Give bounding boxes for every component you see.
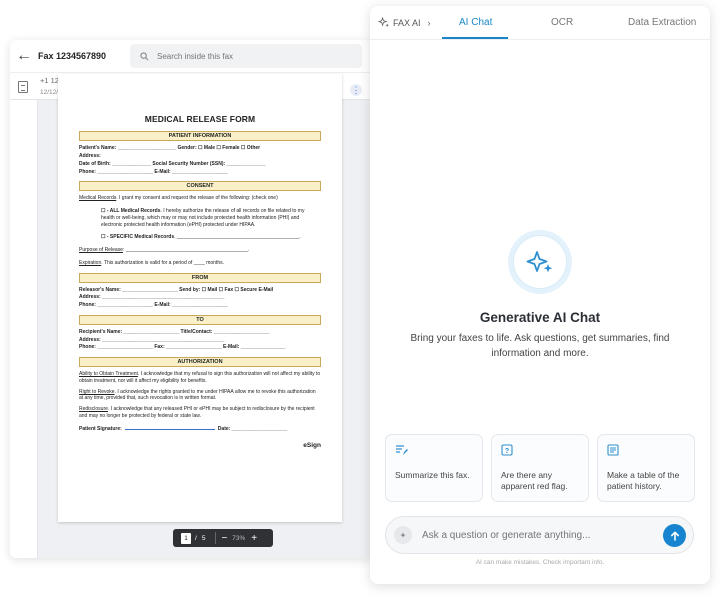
purpose-text: : ______________________________________… xyxy=(122,247,250,254)
expiration-label: Expiration xyxy=(79,259,102,266)
signature-row: Patient Signature: Date: ________________… xyxy=(79,426,321,433)
expiration-text: . This authorization is valid for a peri… xyxy=(101,259,224,266)
purpose-of-release: Purpose of Release: ____________________… xyxy=(79,247,321,254)
consent-specific-label: ☐ - SPECIFIC Medical Records xyxy=(101,234,175,241)
consent-specific-records: ☐ - SPECIFIC Medical Records. __________… xyxy=(79,234,321,241)
zoom-in-button[interactable]: + xyxy=(251,533,257,544)
send-button[interactable] xyxy=(663,524,686,547)
ai-sparkle-icon xyxy=(526,251,553,273)
back-arrow-icon[interactable]: ← xyxy=(10,40,38,72)
patient-line-1: Patient's Name: _____________________ Ge… xyxy=(79,145,261,152)
to-line-2: Address: _______________________________… xyxy=(79,336,225,343)
consent-all-records: ☐ - ALL Medical Records. I hereby author… xyxy=(79,208,321,228)
to-line-1: Recipient's Name: ____________________ T… xyxy=(79,328,270,335)
total-pages: 5 xyxy=(201,534,206,542)
left-rail xyxy=(10,100,38,558)
page-separator: / xyxy=(195,534,197,542)
suggestion-summarize[interactable]: Summarize this fax. xyxy=(385,434,483,502)
fax-page: MEDICAL RELEASE FORM PATIENT INFORMATION… xyxy=(58,74,342,522)
treatment-label: Ability to Obtain Treatment xyxy=(79,371,138,378)
summarize-icon xyxy=(395,444,409,458)
current-page-input[interactable]: 1 xyxy=(181,532,191,544)
suggestion-red-flag-text: Are there any apparent red flag. xyxy=(501,470,568,491)
consent-intro-label: Medical Records xyxy=(79,195,117,202)
question-icon: ? xyxy=(501,444,515,458)
fax-ai-label: FAX AI xyxy=(393,17,421,28)
hero-sparkle-badge xyxy=(514,236,566,288)
patient-line-2: Address: xyxy=(79,153,101,160)
suggestion-table-text: Make a table of the patient history. xyxy=(607,470,680,491)
page-zoom-controls: 1 / 5 − 73% + xyxy=(173,529,273,547)
form-title: MEDICAL RELEASE FORM xyxy=(144,114,256,124)
section-consent: CONSENT xyxy=(79,181,321,192)
active-tab-indicator xyxy=(442,37,508,39)
redisclosure-label: Redisclosure xyxy=(79,406,108,413)
fax-title: Fax 1234567890 xyxy=(38,51,107,61)
chevron-right-icon: › xyxy=(427,17,431,28)
search-icon xyxy=(140,51,149,60)
suggestion-cards: Summarize this fax. ? Are there any appa… xyxy=(385,434,697,502)
arrow-up-icon xyxy=(670,531,679,541)
patient-line-4: Phone: ____________________ E-Mail: ____… xyxy=(79,168,228,175)
hero-title: Generative AI Chat xyxy=(479,310,601,325)
document-icon[interactable] xyxy=(18,81,28,93)
svg-text:?: ? xyxy=(505,448,509,455)
consent-intro-text: . I grant my consent and request the rel… xyxy=(116,195,278,202)
suggestion-table[interactable]: Make a table of the patient history. xyxy=(597,434,695,502)
section-patient-information: PATIENT INFORMATION xyxy=(79,131,321,142)
expiration: Expiration. This authorization is valid … xyxy=(79,260,321,267)
consent-intro: Medical Records. I grant my consent and … xyxy=(79,195,321,202)
hero-subtitle: Bring your faxes to life. Ask questions,… xyxy=(410,333,670,359)
from-line-1: Releasor's Name: ____________________ Se… xyxy=(79,286,274,293)
fax-search-input[interactable] xyxy=(157,51,337,61)
esign-brand: eSign xyxy=(303,442,321,450)
section-authorization: AUTHORIZATION xyxy=(79,357,321,368)
suggestion-summarize-text: Summarize this fax. xyxy=(395,470,470,480)
chat-composer: ✦ xyxy=(385,516,694,554)
chat-input[interactable] xyxy=(422,529,652,541)
revoke-text: . I acknowledge the rights granted to me… xyxy=(79,388,316,402)
table-icon xyxy=(607,444,621,458)
tab-data-extraction[interactable]: Data Extraction xyxy=(628,17,696,28)
fax-ai-menu[interactable]: FAX AI › xyxy=(378,17,431,28)
ai-disclaimer: AI can make mistakes. Check important in… xyxy=(475,559,605,566)
revoke-label: Right to Revoke xyxy=(79,388,115,395)
pager-divider xyxy=(215,532,217,544)
composer-sparkle-icon: ✦ xyxy=(394,526,412,544)
fax-header: ← Fax 1234567890 xyxy=(10,40,372,72)
signature-field[interactable] xyxy=(124,428,215,430)
authorization-revoke: Right to Revoke. I acknowledge the right… xyxy=(79,389,321,403)
to-line-3: Phone: ____________________ Fax: _______… xyxy=(79,344,286,351)
ai-tabbar: FAX AI › AI Chat OCR Data Extraction xyxy=(370,6,710,40)
zoom-level: 73% xyxy=(232,534,246,542)
consent-all-label: ☐ - ALL Medical Records xyxy=(101,208,161,215)
redisclosure-text: . I acknowledge that any released PHI or… xyxy=(79,406,315,419)
zoom-out-button[interactable]: − xyxy=(221,533,227,544)
tab-ai-chat[interactable]: AI Chat xyxy=(459,17,492,28)
sparkle-icon xyxy=(378,17,389,28)
more-options-icon[interactable]: ⋮ xyxy=(350,84,362,96)
signature-label: Patient Signature: xyxy=(79,425,122,432)
suggestion-red-flag[interactable]: ? Are there any apparent red flag. xyxy=(491,434,589,502)
from-line-3: Phone: ____________________ E-Mail: ____… xyxy=(79,302,228,309)
tab-ocr[interactable]: OCR xyxy=(551,17,573,28)
ai-panel: FAX AI › AI Chat OCR Data Extraction Gen… xyxy=(370,6,710,584)
section-from: FROM xyxy=(79,272,321,283)
section-to: TO xyxy=(79,314,321,325)
date-label: Date: ____________________ xyxy=(217,425,288,432)
authorization-redisclosure: Redisclosure. I acknowledge that any rel… xyxy=(79,406,321,420)
purpose-label: Purpose of Release xyxy=(79,247,123,254)
patient-line-3: Date of Birth: ______________ Social Sec… xyxy=(79,160,266,167)
from-line-2: Address: _______________________________… xyxy=(79,294,225,301)
consent-specific-text: . ______________________________________… xyxy=(174,234,301,241)
authorization-treatment: Ability to Obtain Treatment. I acknowled… xyxy=(79,371,321,385)
fax-search-box[interactable] xyxy=(130,44,362,68)
